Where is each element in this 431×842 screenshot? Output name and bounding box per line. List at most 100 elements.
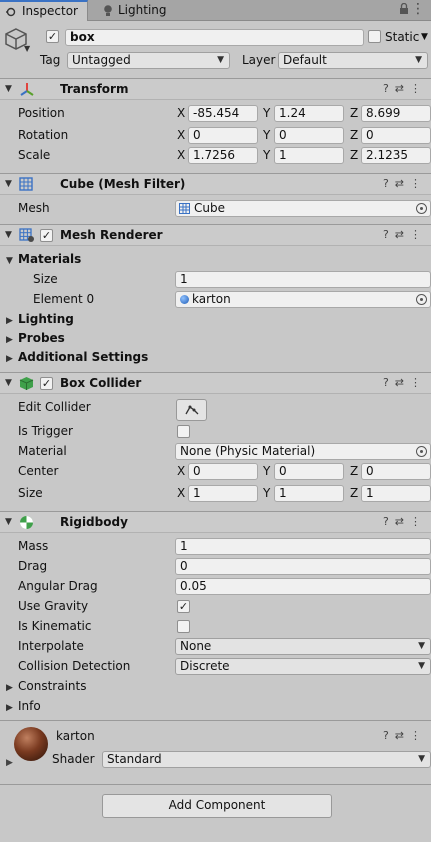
axis-z: Z <box>350 148 359 162</box>
scale-y-field[interactable]: 1 <box>274 147 344 164</box>
lighting-foldout-label: Lighting <box>18 312 74 326</box>
constraints-foldout[interactable]: ▶ Constraints <box>6 679 86 693</box>
axis-x: X <box>177 106 186 120</box>
box-collider-icon <box>19 376 34 394</box>
component-header-icons[interactable]: ?⇄⋮ <box>383 228 427 241</box>
object-name-field[interactable]: box <box>65 29 364 46</box>
additional-settings-foldout[interactable]: ▶ Additional Settings <box>6 350 148 364</box>
axis-y: Y <box>263 106 271 120</box>
material-preview-sphere <box>14 727 48 761</box>
material-fold-arrow[interactable]: ▶ <box>6 758 13 768</box>
axis-y: Y <box>263 128 271 142</box>
interpolate-label: Interpolate <box>18 639 84 653</box>
component-header-icons[interactable]: ?⇄⋮ <box>383 515 427 528</box>
tab-inspector-label: Inspector <box>22 4 78 18</box>
collider-size-y-field[interactable]: 1 <box>274 485 344 502</box>
fold-arrow: ▼ <box>5 378 12 388</box>
drag-field[interactable]: 0 <box>175 558 431 575</box>
shader-dropdown[interactable]: Standard ▼ <box>102 751 431 768</box>
info-foldout[interactable]: ▶ Info <box>6 699 41 713</box>
icon-dropdown-arrow[interactable]: ▼ <box>24 44 30 53</box>
interpolate-dropdown[interactable]: None ▼ <box>175 638 431 655</box>
edit-collider-label: Edit Collider <box>18 400 91 414</box>
position-label: Position <box>18 106 65 120</box>
axis-z: Z <box>350 464 359 478</box>
tab-lighting[interactable]: Lighting <box>96 0 176 21</box>
mesh-renderer-header[interactable]: ▼ ✓ Mesh Renderer ?⇄⋮ <box>0 224 431 246</box>
component-header-icons[interactable]: ?⇄⋮ <box>383 376 427 389</box>
separator <box>0 720 431 721</box>
box-collider-title: Box Collider <box>60 376 142 390</box>
static-dropdown-arrow[interactable]: ▼ <box>421 32 428 42</box>
position-y-field[interactable]: 1.24 <box>274 105 344 122</box>
active-checkbox[interactable]: ✓ <box>46 30 59 43</box>
mesh-object-field[interactable]: Cube <box>175 200 431 217</box>
axis-y: Y <box>263 464 271 478</box>
is-kinematic-checkbox[interactable] <box>177 620 190 633</box>
angular-drag-field[interactable]: 0.05 <box>175 578 431 595</box>
edit-collider-button[interactable] <box>176 399 207 421</box>
layer-dropdown[interactable]: Default ▼ <box>278 52 428 69</box>
box-collider-enabled-checkbox[interactable]: ✓ <box>40 377 53 390</box>
fold-arrow: ▼ <box>5 517 12 527</box>
use-gravity-label: Use Gravity <box>18 599 89 613</box>
lighting-foldout[interactable]: ▶ Lighting <box>6 312 74 326</box>
mesh-renderer-icon <box>19 228 35 246</box>
static-checkbox[interactable] <box>368 30 381 43</box>
static-label: Static <box>385 30 420 44</box>
axis-x: X <box>177 486 186 500</box>
fold-arrow: ▼ <box>5 230 12 240</box>
center-x-field[interactable]: 0 <box>188 463 258 480</box>
collider-size-x-field[interactable]: 1 <box>188 485 258 502</box>
collider-material-label: Material <box>18 444 67 458</box>
center-y-field[interactable]: 0 <box>274 463 344 480</box>
component-header-icons[interactable]: ?⇄⋮ <box>383 82 427 95</box>
mesh-filter-title: Cube (Mesh Filter) <box>60 177 186 191</box>
tag-dropdown[interactable]: Untagged ▼ <box>67 52 230 69</box>
is-trigger-checkbox[interactable] <box>177 425 190 438</box>
center-label: Center <box>18 464 59 478</box>
mass-field[interactable]: 1 <box>175 538 431 555</box>
position-z-field[interactable]: 8.699 <box>361 105 431 122</box>
rotation-z-field[interactable]: 0 <box>361 127 431 144</box>
rotation-y-field[interactable]: 0 <box>274 127 344 144</box>
lock-icon[interactable] <box>399 2 409 18</box>
material-header-icons[interactable]: ?⇄⋮ <box>383 729 427 742</box>
probes-foldout[interactable]: ▶ Probes <box>6 331 65 345</box>
add-component-button[interactable]: Add Component <box>102 794 332 818</box>
collider-size-z-field[interactable]: 1 <box>361 485 431 502</box>
layer-label: Layer <box>242 53 276 67</box>
element0-label: Element 0 <box>33 292 95 306</box>
use-gravity-checkbox[interactable]: ✓ <box>177 600 190 613</box>
rotation-label: Rotation <box>18 128 69 142</box>
tab-inspector[interactable]: Inspector <box>0 0 88 21</box>
angular-drag-label: Angular Drag <box>18 579 98 593</box>
mass-label: Mass <box>18 539 49 553</box>
collision-detection-label: Collision Detection <box>18 659 131 673</box>
object-picker-icon[interactable] <box>416 203 427 214</box>
element0-object-field[interactable]: karton <box>175 291 431 308</box>
component-header-icons[interactable]: ?⇄⋮ <box>383 177 427 190</box>
transform-header[interactable]: ▼ Transform ?⇄⋮ <box>0 78 431 100</box>
rigidbody-header[interactable]: ▼ Rigidbody ?⇄⋮ <box>0 511 431 533</box>
menu-icon[interactable]: ⋮ <box>411 1 425 17</box>
scale-z-field[interactable]: 2.1235 <box>361 147 431 164</box>
object-picker-icon[interactable] <box>416 446 427 457</box>
center-z-field[interactable]: 0 <box>361 463 431 480</box>
shader-value: Standard <box>107 752 162 766</box>
materials-size-field[interactable]: 1 <box>175 271 431 288</box>
collision-detection-dropdown[interactable]: Discrete ▼ <box>175 658 431 675</box>
materials-label: Materials <box>18 252 82 266</box>
is-kinematic-label: Is Kinematic <box>18 619 92 633</box>
axis-z: Z <box>350 106 359 120</box>
position-x-field[interactable]: -85.454 <box>188 105 258 122</box>
box-collider-header[interactable]: ▼ ✓ Box Collider ?⇄⋮ <box>0 372 431 394</box>
collider-material-field[interactable]: None (Physic Material) <box>175 443 431 460</box>
drag-label: Drag <box>18 559 48 573</box>
rotation-x-field[interactable]: 0 <box>188 127 258 144</box>
mesh-filter-header[interactable]: ▼ Cube (Mesh Filter) ?⇄⋮ <box>0 173 431 195</box>
mesh-renderer-enabled-checkbox[interactable]: ✓ <box>40 229 53 242</box>
materials-foldout[interactable]: ▼ Materials <box>6 252 81 266</box>
scale-x-field[interactable]: 1.7256 <box>188 147 258 164</box>
object-picker-icon[interactable] <box>416 294 427 305</box>
